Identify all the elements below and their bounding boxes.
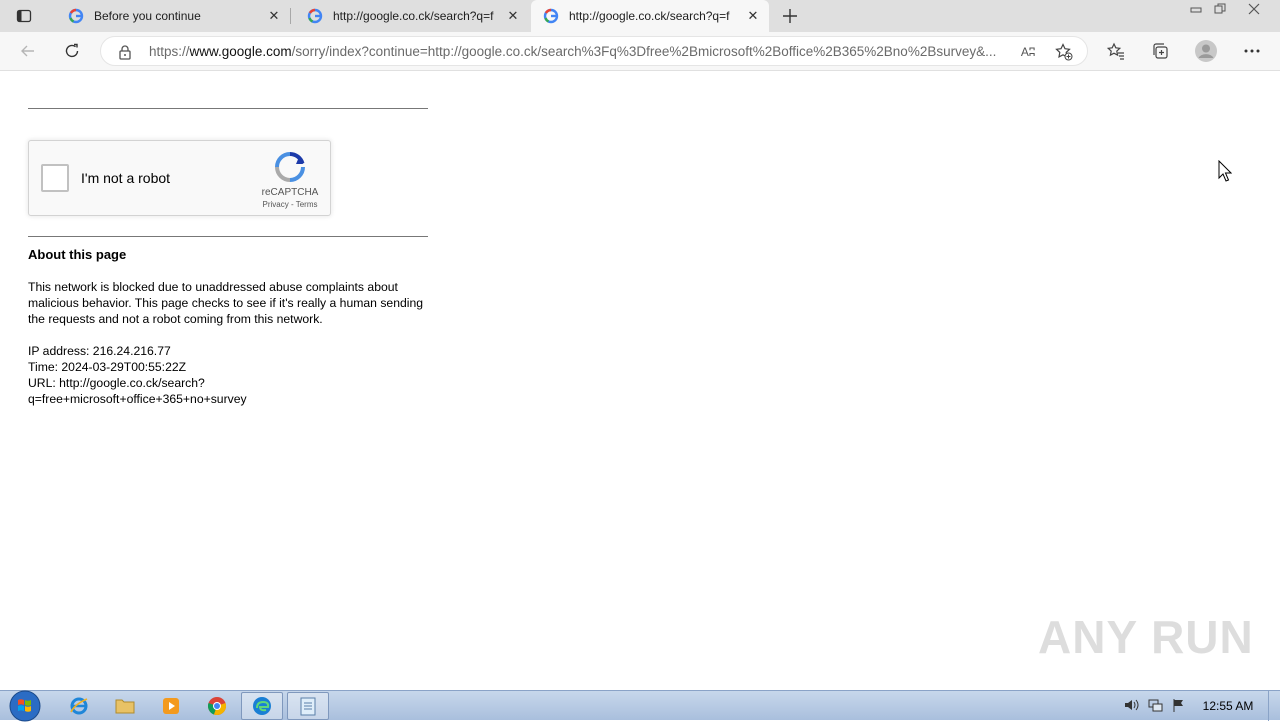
tab-google-search-1[interactable]: http://google.co.ck/search?q=f ✕ bbox=[295, 0, 529, 32]
profile-button[interactable] bbox=[1191, 36, 1221, 66]
top-divider bbox=[28, 108, 428, 109]
folder-icon bbox=[115, 699, 135, 714]
close-window-button[interactable] bbox=[1234, 0, 1274, 18]
taskbar-notepad[interactable] bbox=[287, 692, 329, 720]
url-line: URL: http://google.co.ck/search? bbox=[28, 376, 205, 390]
minimize-icon bbox=[1190, 7, 1202, 13]
collections-icon bbox=[1153, 43, 1168, 59]
star-add-icon bbox=[1055, 43, 1073, 61]
tab-strip: Before you continue ✕ http://google.co.c… bbox=[0, 0, 1280, 32]
url-text[interactable]: https://www.google.com/sorry/index?conti… bbox=[149, 44, 1017, 60]
about-page-text: This network is blocked due to unaddress… bbox=[28, 280, 424, 326]
back-arrow-icon bbox=[21, 45, 34, 57]
tray-action-center[interactable] bbox=[1170, 696, 1188, 714]
close-window-icon bbox=[1248, 3, 1260, 15]
recaptcha-brand: reCAPTCHA bbox=[261, 187, 319, 198]
taskbar-media-player[interactable] bbox=[150, 692, 192, 720]
favorites-button[interactable] bbox=[1101, 36, 1131, 66]
middle-divider bbox=[28, 236, 428, 237]
browser-toolbar: https://www.google.com/sorry/index?conti… bbox=[0, 32, 1280, 71]
tab-actions-button[interactable] bbox=[8, 4, 40, 28]
tab-title: http://google.co.ck/search?q=f bbox=[569, 9, 730, 23]
taskbar-edge[interactable] bbox=[241, 692, 283, 720]
recaptcha-checkbox[interactable] bbox=[41, 164, 69, 192]
google-favicon-icon bbox=[307, 8, 323, 24]
google-favicon-icon bbox=[68, 8, 84, 24]
settings-more-button[interactable] bbox=[1237, 36, 1267, 66]
tab-title: http://google.co.ck/search?q=f bbox=[333, 9, 494, 23]
network-icon bbox=[1148, 699, 1163, 712]
plus-icon bbox=[783, 9, 797, 23]
back-button[interactable] bbox=[13, 36, 43, 66]
tray-network[interactable] bbox=[1146, 696, 1164, 714]
taskbar-chrome[interactable] bbox=[196, 692, 238, 720]
more-dots-icon bbox=[1244, 49, 1260, 53]
tab-actions-icon bbox=[16, 9, 32, 23]
tab-before-you-continue[interactable]: Before you continue ✕ bbox=[56, 0, 290, 32]
flag-icon bbox=[1173, 699, 1183, 712]
add-favorite-button[interactable] bbox=[1053, 41, 1075, 63]
url-scheme: https:// bbox=[149, 44, 190, 59]
refresh-icon bbox=[65, 43, 79, 58]
chrome-icon bbox=[207, 697, 227, 716]
taskbar-clock[interactable]: 12:55 AM bbox=[1196, 699, 1260, 713]
google-favicon-icon bbox=[543, 8, 559, 24]
lock-icon[interactable] bbox=[117, 44, 133, 60]
speaker-icon bbox=[1125, 699, 1139, 711]
taskbar-file-explorer[interactable] bbox=[104, 692, 146, 720]
read-aloud-button[interactable]: Aʭ bbox=[1017, 41, 1039, 63]
start-button[interactable] bbox=[6, 689, 44, 723]
minimize-button[interactable] bbox=[1184, 0, 1208, 18]
tab-google-search-2[interactable]: http://google.co.ck/search?q=f ✕ bbox=[531, 0, 769, 32]
ip-address-line: IP address: 216.24.216.77 bbox=[28, 344, 171, 358]
tab-divider bbox=[290, 8, 291, 24]
about-page-heading: About this page bbox=[28, 247, 127, 262]
time-line: Time: 2024-03-29T00:55:22Z bbox=[28, 360, 187, 374]
media-player-icon bbox=[163, 698, 179, 714]
address-bar[interactable]: https://www.google.com/sorry/index?conti… bbox=[100, 36, 1088, 66]
notepad-icon bbox=[300, 697, 316, 716]
restore-icon bbox=[1214, 3, 1226, 14]
recaptcha-widget: I'm not a robot reCAPTCHA Privacy - Term… bbox=[28, 140, 331, 216]
url-host: www.google.com bbox=[189, 44, 292, 59]
internet-explorer-icon bbox=[70, 697, 88, 715]
favorites-list-icon bbox=[1107, 42, 1124, 60]
windows-logo-icon bbox=[9, 690, 41, 722]
edge-icon bbox=[253, 697, 271, 715]
refresh-button[interactable] bbox=[57, 36, 87, 66]
mouse-cursor-icon bbox=[1218, 160, 1232, 182]
tab-title: Before you continue bbox=[94, 9, 201, 23]
new-tab-button[interactable] bbox=[778, 4, 802, 28]
read-aloud-icon: Aʭ bbox=[1020, 45, 1036, 59]
browser-window: Before you continue ✕ http://google.co.c… bbox=[0, 0, 1280, 690]
tray-volume[interactable] bbox=[1122, 696, 1140, 714]
url-line-continued: q=free+microsoft+office+365+no+survey bbox=[28, 392, 247, 406]
recaptcha-label[interactable]: I'm not a robot bbox=[81, 170, 170, 186]
recaptcha-privacy-terms-links[interactable]: Privacy - Terms bbox=[251, 200, 329, 209]
anyrun-watermark: ANY RUN bbox=[1038, 611, 1254, 663]
collections-button[interactable] bbox=[1145, 36, 1175, 66]
profile-avatar-icon bbox=[1195, 40, 1217, 62]
windows-taskbar: 12:55 AM bbox=[0, 689, 1280, 723]
close-tab-icon[interactable]: ✕ bbox=[745, 8, 761, 24]
close-tab-icon[interactable]: ✕ bbox=[505, 8, 521, 24]
recaptcha-logo-icon bbox=[275, 152, 305, 182]
restore-button[interactable] bbox=[1208, 0, 1232, 18]
close-tab-icon[interactable]: ✕ bbox=[266, 8, 282, 24]
request-info: IP address: 216.24.216.77 Time: 2024-03-… bbox=[28, 343, 428, 407]
show-desktop-button[interactable] bbox=[1268, 691, 1280, 721]
taskbar-internet-explorer[interactable] bbox=[58, 692, 100, 720]
url-path: /sorry/index?continue=http://google.co.c… bbox=[291, 44, 997, 59]
